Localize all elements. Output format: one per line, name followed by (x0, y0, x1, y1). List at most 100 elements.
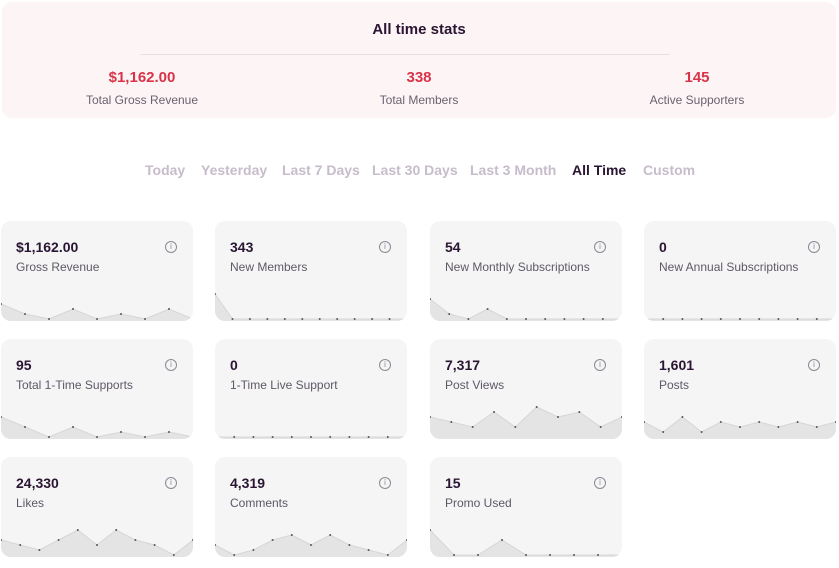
card-value: 54 (445, 239, 461, 255)
summary-divider (140, 54, 670, 55)
sparkline-point (700, 431, 703, 433)
sparkline-point (719, 421, 722, 423)
sparkline-point (777, 426, 780, 428)
card-label: New Monthly Subscriptions (445, 260, 590, 274)
card-posts[interactable]: 1,601 Posts i (644, 339, 836, 439)
sparkline-area (430, 407, 622, 439)
card-label: Comments (230, 496, 289, 510)
card-new-members[interactable]: 343 New Members i (215, 221, 407, 321)
sparkline-area (430, 299, 622, 321)
sparkline-point (144, 436, 146, 438)
sparkline-point (448, 313, 451, 315)
sparkline-point (486, 308, 489, 310)
tab-last-3-month[interactable]: Last 3 Month (470, 162, 556, 178)
sparkline-point (573, 554, 575, 556)
tab-last-7-days[interactable]: Last 7 Days (282, 162, 360, 178)
sparkline-point (310, 544, 312, 546)
sparkline-line (430, 298, 622, 320)
stat-label: Total Gross Revenue (85, 93, 199, 107)
sparkline-point (19, 544, 22, 546)
card-new-annual-subscriptions[interactable]: 0 New Annual Subscriptions i (644, 221, 836, 321)
sparkline-point (681, 318, 684, 320)
sparkline-point (467, 318, 470, 320)
sparkline-point (525, 554, 527, 556)
sparkline-point (525, 318, 527, 320)
sparkline-point (96, 544, 98, 546)
sparkline-point (700, 318, 703, 320)
sparkline-point (582, 318, 585, 320)
card-label: New Annual Subscriptions (659, 260, 799, 274)
card-value: 0 (230, 357, 238, 373)
sparkline-point (57, 539, 60, 541)
stat-value: 338 (406, 69, 432, 86)
sparkline-point (153, 544, 156, 546)
sparkline-area (215, 294, 407, 321)
sparkline-chart (1, 416, 193, 439)
info-icon[interactable]: i (379, 477, 391, 489)
all-time-stats-panel: All time stats $1,162.00 Total Gross Rev… (2, 2, 836, 118)
sparkline-point (252, 549, 255, 551)
sparkline-point (290, 534, 293, 536)
sparkline-chart (215, 534, 407, 557)
tab-custom[interactable]: Custom (643, 162, 695, 178)
info-icon[interactable]: i (594, 477, 606, 489)
sparkline-point (336, 318, 339, 320)
tab-yesterday[interactable]: Yesterday (201, 162, 267, 178)
card-total-1-time-supports[interactable]: 95 Total 1-Time Supports i (1, 339, 193, 439)
info-icon[interactable]: i (379, 241, 391, 253)
sparkline-point (777, 318, 780, 320)
card-label: Gross Revenue (16, 260, 100, 274)
sparkline-point (348, 544, 351, 546)
card-new-monthly-subscriptions[interactable]: 54 New Monthly Subscriptions i (430, 221, 622, 321)
sparkline-point (493, 411, 495, 413)
sparkline-chart (1, 529, 193, 557)
card-label: 1-Time Live Support (230, 378, 338, 392)
info-icon[interactable]: i (808, 241, 820, 253)
info-icon[interactable]: i (594, 359, 606, 371)
stat-label: Active Supporters (649, 93, 745, 107)
sparkline-chart (1, 303, 193, 321)
sparkline-point (601, 318, 604, 320)
sparkline-point (739, 318, 741, 320)
sparkline-point (386, 554, 389, 556)
card-label: Posts (659, 378, 690, 392)
info-icon[interactable]: i (808, 359, 820, 371)
sparkline-point (501, 539, 503, 541)
card-label: New Members (230, 260, 308, 274)
sparkline-chart (430, 406, 622, 439)
sparkline-point (115, 529, 118, 531)
sparkline-point (367, 436, 370, 438)
card-comments[interactable]: 4,319 Comments i (215, 457, 407, 557)
sparkline-point (168, 308, 170, 310)
stat-value: $1,162.00 (108, 69, 176, 86)
info-icon[interactable]: i (165, 241, 177, 253)
tab-all-time[interactable]: All Time (572, 162, 626, 178)
sparkline-chart (215, 436, 407, 439)
info-icon[interactable]: i (165, 477, 177, 489)
sparkline-chart (430, 298, 622, 321)
sparkline-point (597, 554, 599, 556)
info-icon[interactable]: i (165, 359, 177, 371)
sparkline-point (72, 308, 74, 310)
sparkline-point (48, 318, 50, 320)
sparkline-area (1, 530, 193, 557)
card-promo-used[interactable]: 15 Promo Used i (430, 457, 622, 557)
info-icon[interactable]: i (594, 241, 606, 253)
card-value: 7,317 (445, 357, 481, 373)
sparkline-point (271, 436, 274, 438)
sparkline-point (348, 436, 351, 438)
card-post-views[interactable]: 7,317 Post Views i (430, 339, 622, 439)
sparkline-point (271, 539, 274, 541)
card-1-time-live-support[interactable]: 0 1-Time Live Support i (215, 339, 407, 439)
tab-today[interactable]: Today (145, 162, 185, 178)
card-gross-revenue[interactable]: $1,162.00 Gross Revenue i (1, 221, 193, 321)
sparkline-line (430, 529, 622, 556)
info-icon[interactable]: i (379, 359, 391, 371)
card-value: 15 (445, 475, 461, 491)
sparkline-point (758, 421, 761, 423)
sparkline-point (248, 318, 251, 320)
card-likes[interactable]: 24,330 Likes i (1, 457, 193, 557)
tab-last-30-days[interactable]: Last 30 Days (372, 162, 458, 178)
sparkline-point (796, 318, 799, 320)
sparkline-point (96, 436, 98, 438)
